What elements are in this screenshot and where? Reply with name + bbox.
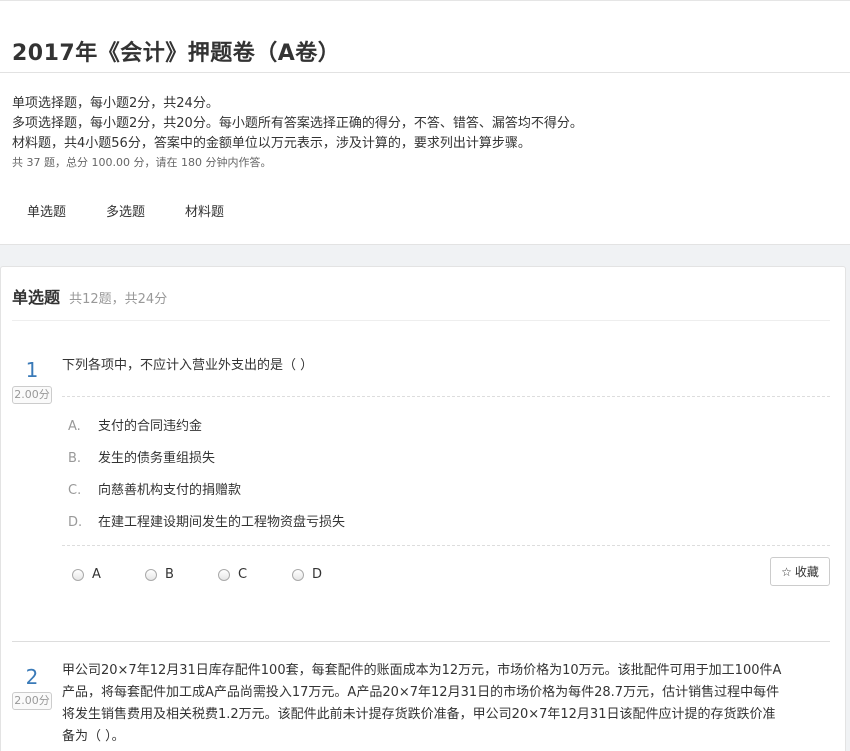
question-score-badge: 2.00分 [12,692,52,710]
radio-circle-icon[interactable] [145,568,157,581]
exam-desc-material: 材料题，共4小题56分，答案中的金额单位以万元表示，涉及计算的，要求列出计算步骤… [12,136,531,151]
answer-label: C [238,567,248,582]
answer-radio-b[interactable]: B [145,567,174,582]
exam-desc-multi: 多项选择题，每小题2分，共20分。每小题所有答案选择正确的得分，不答、错答、漏答… [12,116,583,131]
exam-title: 2017年《会计》押题卷（A卷） [12,41,341,66]
question-stem: 甲公司20×7年12月31日库存配件100套，每套配件的账面成本为12万元，市场… [62,660,832,748]
radio-circle-icon[interactable] [218,568,230,581]
option-b: B. 发生的债务重组损失 [68,447,215,466]
question-score-badge: 2.00分 [12,386,52,404]
tab-multiple-choice[interactable]: 多选题 [106,201,145,220]
tab-material[interactable]: 材料题 [185,201,224,220]
question-stem-line: 产品，将每套配件加工成A产品尚需投入17万元。A产品20×7年12月31日的市场… [62,685,780,700]
option-text: 在建工程建设期间发生的工程物资盘亏损失 [98,515,346,530]
question-stem-line: 将发生销售费用及相关税费1.2万元。该配件此前未计提存货跌价准备，甲公司20×7… [62,707,776,722]
answer-radio-c[interactable]: C [218,567,247,582]
favorite-label: 收藏 [794,565,819,579]
option-c: C. 向慈善机构支付的捐赠款 [68,479,241,498]
exam-summary: 共 37 题，总分 100.00 分，请在 180 分钟内作答。 [12,156,272,169]
tab-single-choice[interactable]: 单选题 [27,201,66,220]
answer-label: A [92,567,101,582]
question-number: 1 [25,358,39,382]
section-info: 共12题，共24分 [69,292,168,307]
option-text: 发生的债务重组损失 [98,451,216,466]
option-letter: D. [68,515,83,530]
question-stem: 下列各项中，不应计入营业外支出的是（ ） [62,358,314,373]
option-letter: B. [68,451,82,466]
question-stem-line: 甲公司20×7年12月31日库存配件100套，每套配件的账面成本为12万元，市场… [62,663,782,678]
dashed-divider [62,545,830,546]
star-icon: ☆ [781,564,792,579]
title-divider [0,72,850,73]
radio-circle-icon[interactable] [292,568,304,581]
answer-radio-a[interactable]: A [72,567,101,582]
answer-radio-d[interactable]: D [292,567,322,582]
question-number: 2 [25,665,39,689]
section-name: 单选题 [12,288,61,307]
radio-circle-icon[interactable] [72,568,84,581]
answer-label: B [165,567,174,582]
option-a: A. 支付的合同违约金 [68,415,202,434]
question-stem-line: 备为（ ）。 [62,729,125,744]
exam-desc-single: 单项选择题，每小题2分，共24分。 [12,96,219,111]
option-text: 向慈善机构支付的捐赠款 [98,483,242,498]
answer-label: D [312,567,323,582]
option-letter: C. [68,483,82,498]
dashed-divider [62,396,830,397]
section-divider [12,320,830,321]
option-letter: A. [68,419,81,434]
option-text: 支付的合同违约金 [98,419,203,434]
favorite-button[interactable]: ☆ 收藏 [770,557,830,586]
question-divider [12,641,830,642]
option-d: D. 在建工程建设期间发生的工程物资盘亏损失 [68,511,345,530]
section-header: 单选题 共12题，共24分 [12,284,167,308]
